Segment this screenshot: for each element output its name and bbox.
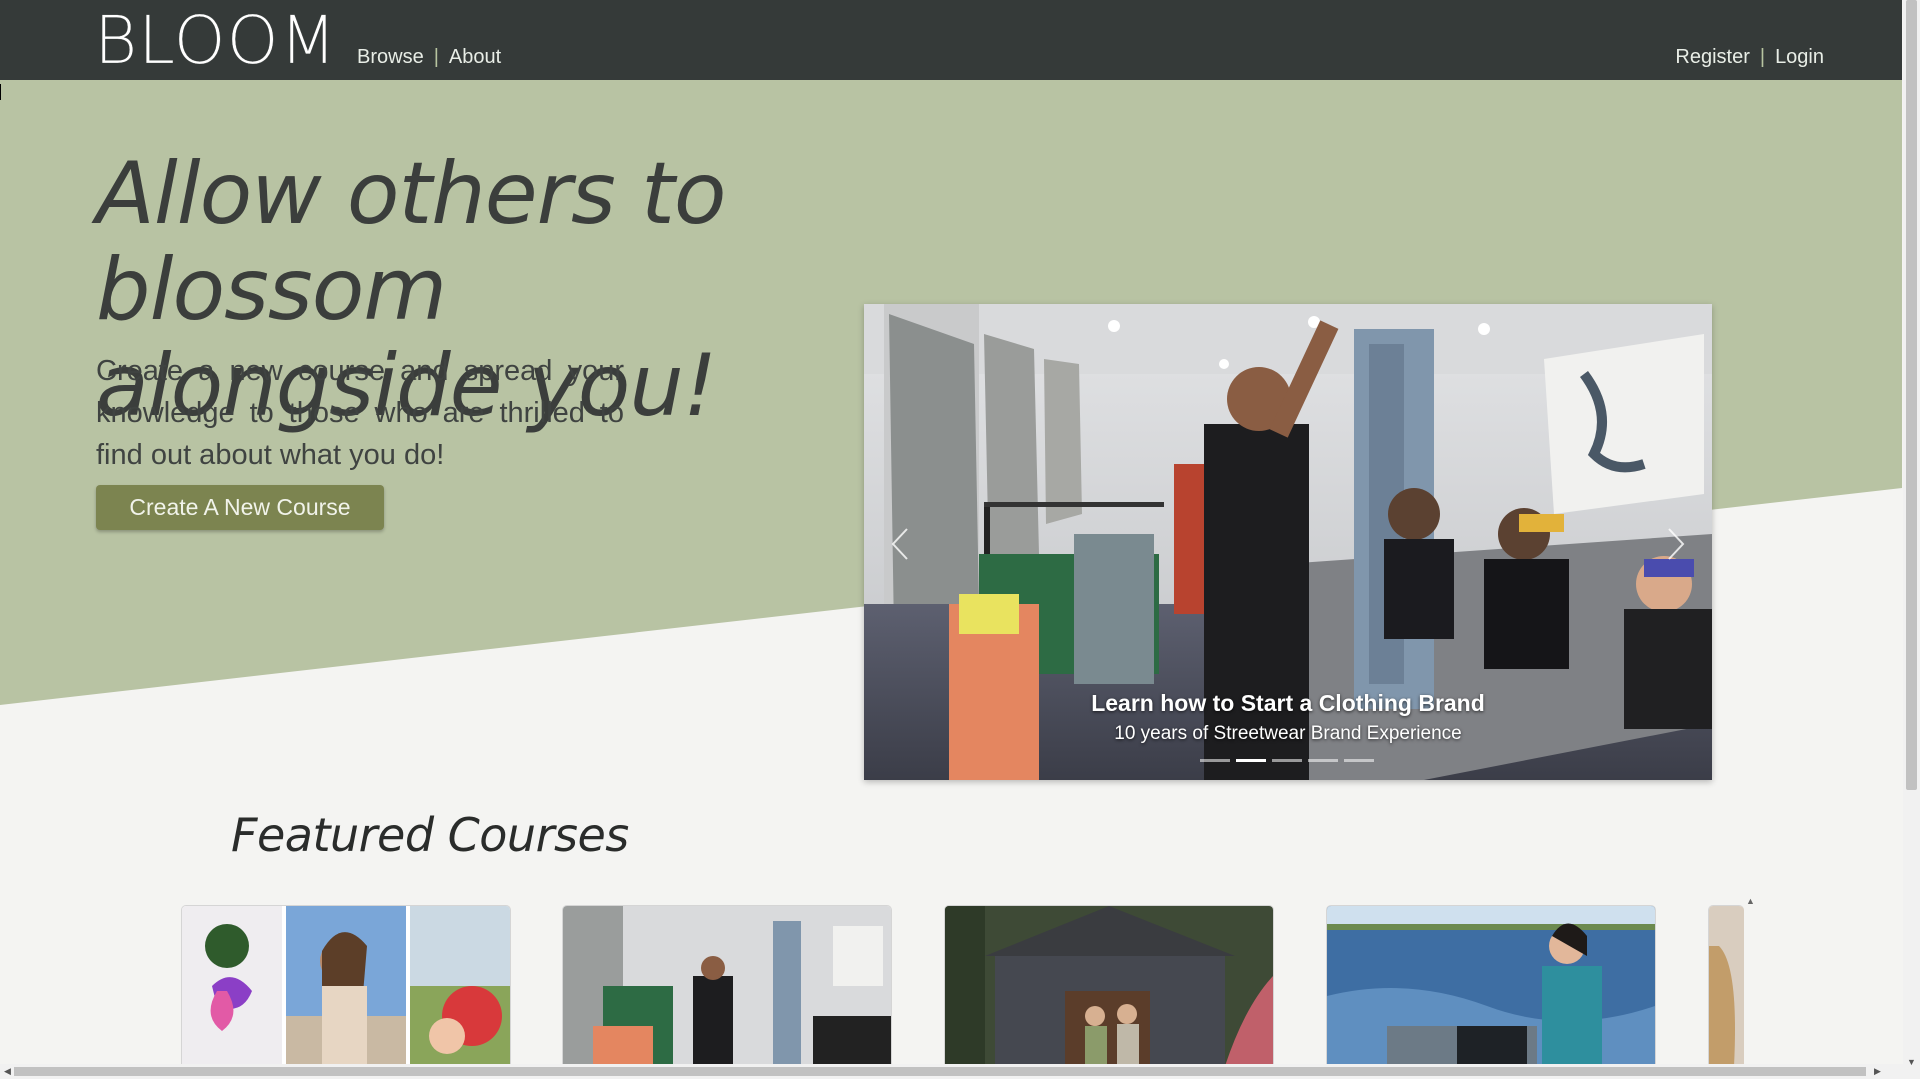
- scroll-down-icon[interactable]: ▼: [1907, 1058, 1916, 1067]
- create-course-button[interactable]: Create A New Course: [96, 485, 384, 530]
- nav-browse-link[interactable]: Browse: [357, 46, 424, 68]
- featured-course-card[interactable]: [181, 905, 511, 1067]
- text-cursor: [0, 84, 1, 100]
- carousel-indicator[interactable]: [1308, 759, 1338, 762]
- account-nav: Register | Login: [1675, 46, 1824, 69]
- nav-login-link[interactable]: Login: [1775, 46, 1824, 68]
- course-carousel: Learn how to Start a Clothing Brand 10 y…: [864, 304, 1712, 780]
- featured-course-card[interactable]: [944, 905, 1274, 1067]
- carousel-indicator[interactable]: [1272, 759, 1302, 762]
- carousel-indicator[interactable]: [1344, 759, 1374, 762]
- horizontal-scrollbar[interactable]: ◀ ▶: [0, 1064, 1903, 1079]
- partial-card-photo: [1709, 906, 1744, 1066]
- featured-course-card[interactable]: [562, 905, 892, 1067]
- nav-about-link[interactable]: About: [449, 46, 501, 68]
- vertical-scrollbar[interactable]: ▼: [1903, 0, 1920, 1079]
- chevron-right-icon: [1668, 528, 1685, 560]
- nav-register-link[interactable]: Register: [1675, 46, 1749, 68]
- carousel-caption-subtitle: 10 years of Streetwear Brand Experience: [1114, 723, 1462, 744]
- scroll-left-icon[interactable]: ◀: [4, 1067, 11, 1076]
- nav-separator: |: [433, 46, 439, 68]
- vertical-scroll-thumb[interactable]: [1906, 0, 1917, 790]
- featured-courses-heading: Featured Courses: [231, 808, 629, 862]
- featured-course-card[interactable]: [1326, 905, 1656, 1067]
- carousel-scroll-up-icon[interactable]: ▲: [1746, 896, 1755, 906]
- flowers-collage-photo: [182, 906, 510, 1066]
- hero-subtext: Create a new course and spread your know…: [96, 355, 624, 471]
- primary-nav: Browse | About: [357, 46, 501, 69]
- top-navbar: BLOOM Browse | About Register | Login: [0, 0, 1902, 80]
- boat-scuba-photo: [1327, 906, 1655, 1066]
- featured-course-card[interactable]: [1708, 905, 1744, 1067]
- scroll-right-icon[interactable]: ▶: [1874, 1067, 1881, 1076]
- carousel-indicators: [1200, 759, 1374, 762]
- cabin-couple-photo: [945, 906, 1273, 1066]
- carousel-prev-button[interactable]: [880, 519, 920, 569]
- chevron-left-icon: [891, 528, 908, 560]
- carousel-caption: Learn how to Start a Clothing Brand 10 y…: [864, 690, 1712, 745]
- clothing-brand-photo: [563, 906, 891, 1066]
- carousel-indicator[interactable]: [1200, 759, 1230, 762]
- nav-separator: |: [1759, 46, 1766, 68]
- carousel-next-button[interactable]: [1656, 519, 1696, 569]
- bloom-logo[interactable]: BLOOM: [94, 5, 337, 76]
- horizontal-scroll-thumb[interactable]: [14, 1067, 1866, 1076]
- carousel-indicator[interactable]: [1236, 759, 1266, 762]
- carousel-caption-title: Learn how to Start a Clothing Brand: [1091, 690, 1485, 716]
